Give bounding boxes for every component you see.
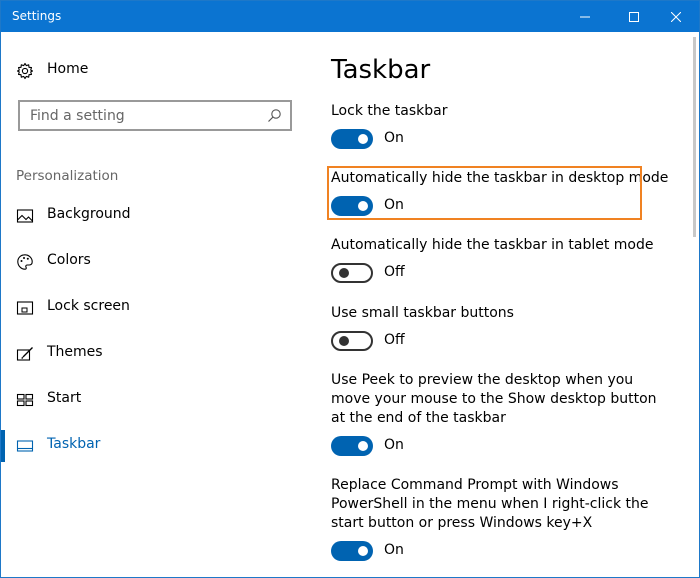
- setting-autohide-tablet: Automatically hide the taskbar in tablet…: [331, 236, 671, 287]
- search-icon[interactable]: [267, 108, 282, 123]
- setting-label: Automatically hide the taskbar in tablet…: [331, 237, 654, 253]
- sidebar-item-label: Start: [47, 390, 82, 406]
- toggle-row: On: [331, 541, 671, 565]
- toggle-knob: [358, 546, 368, 556]
- lock-screen-icon: [16, 301, 34, 315]
- toggle-state: On: [384, 542, 404, 558]
- setting-powershell: Replace Command Prompt with Windows Powe…: [331, 476, 671, 565]
- peek-toggle[interactable]: [331, 436, 373, 456]
- autohide-desktop-toggle[interactable]: [331, 196, 373, 216]
- toggle-state: Off: [384, 332, 405, 348]
- sidebar: Home Find a setting Personalization Back…: [1, 32, 311, 577]
- sidebar-item-label: Themes: [47, 344, 103, 360]
- toggle-row: On: [331, 196, 671, 220]
- sidebar-item-label: Colors: [47, 252, 91, 268]
- title-bar: Settings: [1, 1, 699, 32]
- image-icon: [16, 209, 34, 223]
- setting-label: Use small taskbar buttons: [331, 305, 514, 321]
- scrollbar-thumb[interactable]: [693, 37, 696, 237]
- sidebar-item-label: Background: [47, 206, 131, 222]
- setting-label: Replace Command Prompt with Windows Powe…: [331, 477, 649, 531]
- close-icon: [671, 11, 681, 22]
- toggle-knob: [339, 336, 349, 346]
- sidebar-item-start[interactable]: Start: [1, 384, 301, 416]
- toggle-row: On: [331, 436, 671, 460]
- small-buttons-toggle[interactable]: [331, 331, 373, 351]
- maximize-button[interactable]: [611, 1, 657, 32]
- sidebar-item-home[interactable]: Home: [1, 55, 301, 87]
- brush-icon: [16, 347, 33, 361]
- scrollbar[interactable]: [693, 37, 697, 237]
- gear-icon: [16, 62, 34, 80]
- maximize-icon: [629, 11, 639, 22]
- start-grid-icon: [16, 393, 34, 407]
- section-label: Personalization: [16, 168, 119, 184]
- minimize-button[interactable]: [562, 1, 608, 32]
- toggle-knob: [358, 134, 368, 144]
- main-content: Taskbar Lock the taskbar On Automaticall…: [311, 32, 691, 577]
- taskbar-icon: [16, 440, 34, 452]
- setting-autohide-desktop: Automatically hide the taskbar in deskto…: [331, 169, 671, 220]
- setting-label: Lock the taskbar: [331, 103, 448, 119]
- toggle-state: On: [384, 437, 404, 453]
- close-button[interactable]: [653, 1, 699, 32]
- setting-peek: Use Peek to preview the desktop when you…: [331, 371, 671, 460]
- lock-taskbar-toggle[interactable]: [331, 129, 373, 149]
- setting-lock-taskbar: Lock the taskbar On: [331, 102, 671, 153]
- sidebar-item-label: Lock screen: [47, 298, 130, 314]
- toggle-row: Off: [331, 263, 671, 287]
- toggle-knob: [358, 441, 368, 451]
- autohide-tablet-toggle[interactable]: [331, 263, 373, 283]
- setting-label: Automatically hide the taskbar in deskto…: [331, 170, 669, 186]
- search-placeholder: Find a setting: [30, 108, 125, 124]
- window-title: Settings: [12, 9, 62, 23]
- toggle-knob: [339, 268, 349, 278]
- setting-small-buttons: Use small taskbar buttons Off: [331, 304, 671, 355]
- search-input[interactable]: Find a setting: [18, 100, 292, 131]
- setting-label: Use Peek to preview the desktop when you…: [331, 372, 657, 426]
- sidebar-item-label: Taskbar: [47, 436, 101, 452]
- toggle-state: On: [384, 130, 404, 146]
- palette-icon: [17, 254, 33, 270]
- toggle-knob: [358, 201, 368, 211]
- active-indicator: [1, 430, 5, 462]
- sidebar-item-label: Home: [47, 61, 89, 77]
- settings-window: Settings Home Find a setting Personaliza…: [0, 0, 700, 578]
- sidebar-item-lock-screen[interactable]: Lock screen: [1, 292, 301, 324]
- sidebar-item-colors[interactable]: Colors: [1, 246, 301, 278]
- toggle-state: Off: [384, 264, 405, 280]
- toggle-state: On: [384, 197, 404, 213]
- toggle-row: Off: [331, 331, 671, 355]
- powershell-toggle[interactable]: [331, 541, 373, 561]
- toggle-row: On: [331, 129, 671, 153]
- minimize-icon: [580, 16, 590, 17]
- sidebar-item-themes[interactable]: Themes: [1, 338, 301, 370]
- page-title: Taskbar: [331, 55, 431, 85]
- sidebar-item-taskbar[interactable]: Taskbar: [1, 430, 301, 462]
- sidebar-item-background[interactable]: Background: [1, 200, 301, 232]
